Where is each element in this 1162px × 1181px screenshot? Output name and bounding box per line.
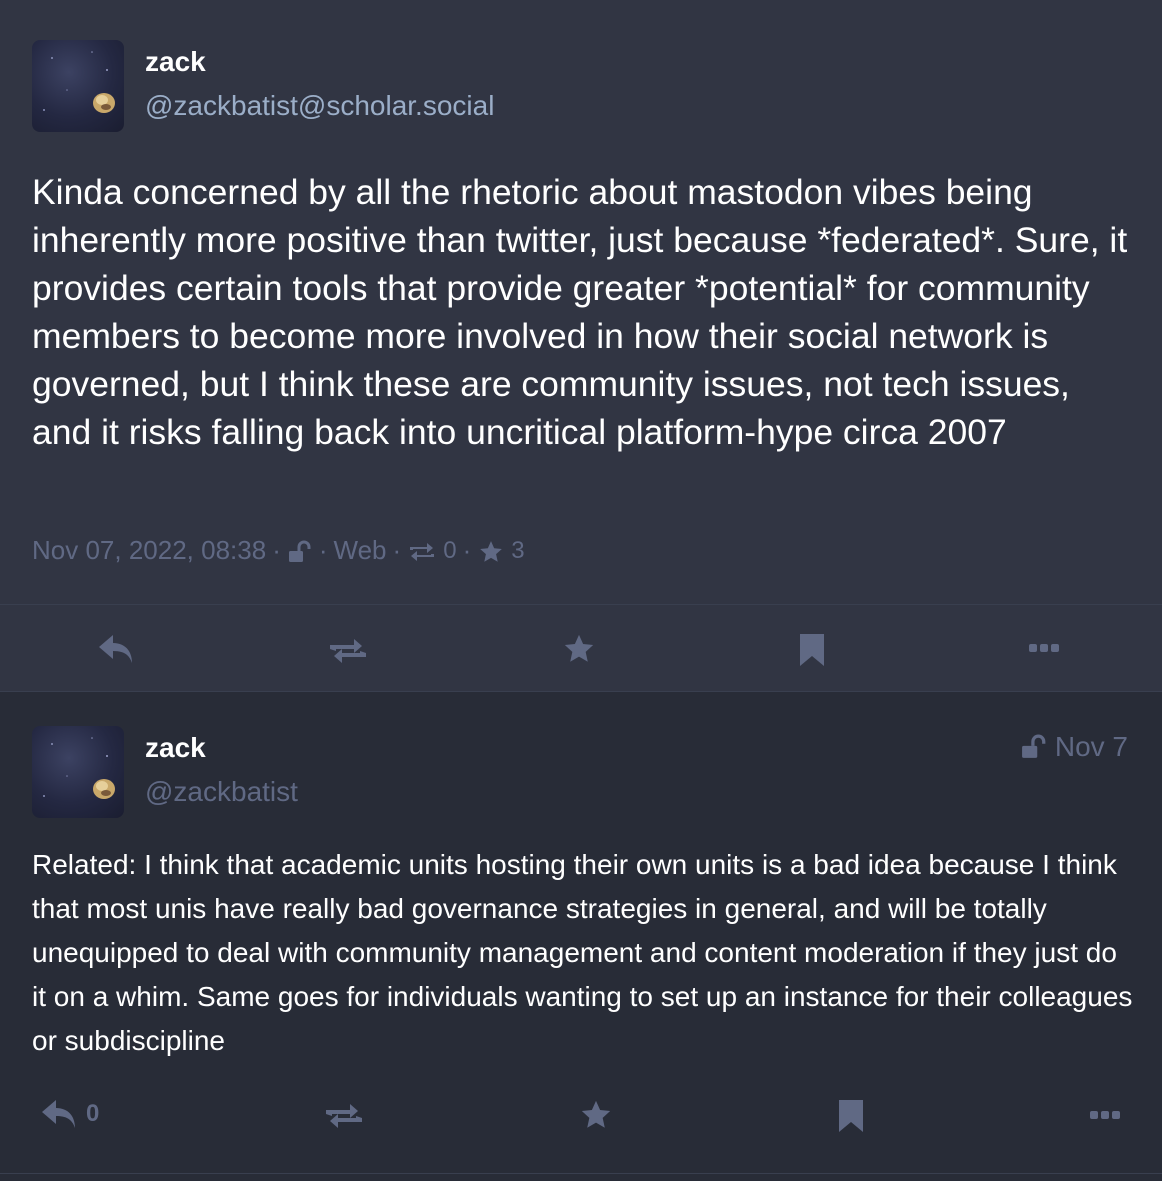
action-bar [0,605,1162,693]
meta-separator: · [462,535,472,565]
more-button[interactable] [1089,1110,1121,1120]
account-handle[interactable]: @zackbatist [145,776,298,808]
favourite-count[interactable]: 3 [511,537,524,565]
reblog-count[interactable]: 0 [443,537,456,565]
reblog-icon [326,1104,362,1128]
more-button[interactable] [1028,643,1060,653]
reply-button[interactable] [97,633,135,665]
action-bar: 0 [0,1093,1162,1181]
reblog-icon [330,639,366,663]
focused-status: zack @zackbatist@scholar.social Kinda co… [0,0,1162,692]
application-link[interactable]: Web [334,535,387,566]
meta-separator: · [392,535,402,565]
avatar[interactable] [32,726,124,818]
display-name[interactable]: zack [145,46,206,78]
reply-count: 0 [86,1100,100,1127]
reply-icon [42,1100,75,1128]
ellipsis-icon [1090,1111,1120,1119]
relative-time[interactable]: Nov 7 [1019,731,1128,763]
meta-separator: · [272,535,281,565]
reply-status[interactable]: zack @zackbatist Nov 7 Related: I think … [0,693,1162,1176]
avatar-image [43,51,115,113]
display-name[interactable]: zack [145,732,206,764]
account-handle[interactable]: @zackbatist@scholar.social [145,90,494,122]
favourite-button[interactable] [561,632,597,666]
relative-time-label: Nov 7 [1054,731,1128,762]
star-icon[interactable] [477,535,505,566]
status-content: Kinda concerned by all the rhetoric abou… [32,172,1128,452]
status-content: Related: I think that academic units hos… [32,849,1133,1056]
status-timestamp[interactable]: Nov 07, 2022, 08:38 [32,535,266,566]
ellipsis-icon [1029,644,1059,652]
star-icon [581,1100,611,1128]
unlocked-icon [287,535,313,566]
star-icon [564,634,594,662]
reply-button[interactable]: 0 [40,1098,99,1130]
reblog-button[interactable] [328,637,368,665]
avatar-image [43,737,115,799]
avatar[interactable] [32,40,124,132]
bookmark-icon [839,1100,863,1132]
bookmark-icon [800,634,824,666]
meta-separator: · [318,535,328,565]
divider [0,1173,1162,1174]
bookmark-button[interactable] [838,1099,864,1133]
reblog-button[interactable] [324,1102,364,1130]
bookmark-button[interactable] [799,633,825,667]
reblog-icon[interactable] [407,535,437,566]
favourite-button[interactable] [578,1098,614,1132]
status-meta: Nov 07, 2022, 08:38 · · Web · 0 · 3 [32,535,525,566]
reply-icon [99,635,132,663]
unlocked-icon [1021,734,1046,758]
